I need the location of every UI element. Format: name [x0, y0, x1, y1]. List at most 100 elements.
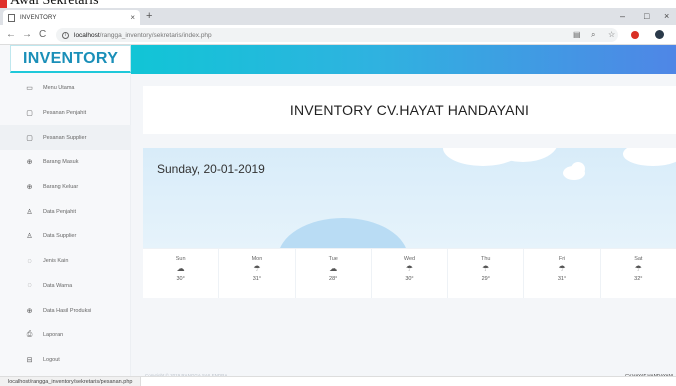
- sidebar-item-label: Data Hasil Produksi: [43, 307, 92, 314]
- translate-icon[interactable]: ▤: [573, 29, 581, 40]
- status-bar: localhost/rangga_inventory/sekretaris/pe…: [0, 376, 676, 386]
- sidebar-item-label: Barang Keluar: [43, 184, 79, 191]
- sidebar-item-jenis-kain[interactable]: ◌ Jenis Kain: [0, 249, 131, 274]
- back-button[interactable]: ←: [6, 28, 16, 41]
- cloud-icon: ☁: [176, 264, 185, 273]
- sidebar-item-label: Data Warna: [43, 282, 73, 289]
- close-window-button[interactable]: ×: [664, 10, 669, 23]
- sidebar-item-data-hasil-produksi[interactable]: ⊕ Data Hasil Produksi: [0, 298, 131, 323]
- day-temperature: 30°: [405, 276, 414, 282]
- sidebar-item-laporan[interactable]: ⎙ Laporan: [0, 323, 131, 348]
- caption-marker: [0, 0, 7, 8]
- status-url: localhost/rangga_inventory/sekretaris/pe…: [0, 377, 142, 386]
- brand-text: INVENTORY: [23, 49, 119, 67]
- tab-close-icon[interactable]: ×: [130, 13, 135, 22]
- profile-avatar[interactable]: [655, 30, 664, 39]
- sidebar-item-data-penjahit[interactable]: ♙ Data Penjahit: [0, 199, 131, 224]
- title-card: INVENTORY CV.HAYAT HANDAYANI: [143, 86, 676, 134]
- cloud-shape: [571, 162, 585, 176]
- day-temperature: 32°: [634, 276, 643, 282]
- user-icon: ♙: [26, 208, 33, 216]
- cloud-rain-icon: ☂: [482, 264, 490, 273]
- forecast-day: Fri ☂ 31°: [524, 249, 601, 298]
- cloud-rain-icon: ☂: [634, 264, 642, 273]
- sidebar-item-pesanan-supplier[interactable]: ▢ Pesanan Supplier: [0, 125, 131, 151]
- sidebar-item-label: Pesanan Supplier: [43, 134, 87, 141]
- forecast-day: Sat ☂ 32°: [601, 249, 676, 298]
- reload-button[interactable]: C: [39, 28, 46, 41]
- weather-widget: Sunday, 20-01-2019 Sun ☁ 30° Mon ☂ 31° Tue ☁ 28°…: [143, 148, 676, 298]
- user-icon: ♙: [26, 233, 33, 241]
- new-tab-button[interactable]: +: [146, 10, 152, 23]
- day-temperature: 31°: [252, 276, 262, 282]
- url-field[interactable]: i localhost /rangga_inventory/sekretaris…: [56, 28, 618, 42]
- day-temperature: 31°: [557, 276, 567, 282]
- forecast-day: Tue ☁ 28°: [296, 249, 372, 298]
- hill-shape: [278, 218, 408, 248]
- zoom-icon[interactable]: ⌕: [591, 29, 595, 40]
- day-name: Thu: [481, 256, 491, 262]
- address-bar: ← → C i localhost /rangga_inventory/sekr…: [0, 25, 676, 45]
- forecast-day: Sun ☁ 30°: [143, 249, 220, 298]
- brand-logo[interactable]: INVENTORY: [10, 45, 131, 73]
- sidebar-item-barang-keluar[interactable]: ⊕ Barang Keluar: [0, 175, 131, 200]
- forecast-row: Sun ☁ 30° Mon ☂ 31° Tue ☁ 28° Wed ☂ 30° Thu ☂ 29° Fri ☂ 3…: [143, 248, 676, 298]
- cloud-rain-icon: ☂: [405, 264, 414, 273]
- forward-button[interactable]: →: [22, 28, 32, 41]
- day-name: Sat: [634, 256, 643, 262]
- browser-tab-bar: INVENTORY × + – □ ×: [0, 8, 676, 25]
- sidebar-item-label: Jenis Kain: [43, 258, 69, 265]
- chat-icon: ▢: [26, 134, 33, 142]
- sidebar-item-label: Barang Masuk: [43, 159, 79, 166]
- browser-tab[interactable]: INVENTORY ×: [3, 10, 140, 25]
- circle-icon: ◌: [27, 257, 32, 265]
- sidebar-item-label: Data Penjahit: [43, 208, 77, 215]
- circle-icon: ◌: [27, 282, 32, 290]
- forecast-day: Mon ☂ 31°: [219, 249, 296, 298]
- monitor-icon: ▭: [26, 85, 33, 93]
- day-temperature: 28°: [329, 276, 338, 282]
- page-icon: [8, 13, 15, 22]
- current-date: Sunday, 20-01-2019: [157, 162, 265, 176]
- sidebar-menu: ▭ Menu Utama ▢ Pesanan Penjahit ▢ Pesanan Sup…: [0, 76, 131, 372]
- sidebar-item-data-warna[interactable]: ◌ Data Warna: [0, 274, 131, 299]
- sidebar-item-pesanan-penjahit[interactable]: ▢ Pesanan Penjahit: [0, 101, 131, 126]
- url-host: localhost: [74, 31, 100, 39]
- info-icon[interactable]: i: [62, 31, 69, 39]
- box-icon: ⊕: [26, 159, 33, 167]
- sidebar-item-label: Menu Utama: [43, 85, 75, 92]
- chat-icon: ▢: [26, 110, 33, 118]
- day-name: Tue: [328, 256, 338, 262]
- sidebar-item-data-supplier[interactable]: ♙ Data Supplier: [0, 224, 131, 249]
- weather-sky: Sunday, 20-01-2019: [143, 148, 676, 248]
- bookmark-star-icon[interactable]: ☆: [608, 29, 615, 40]
- sidebar-item-label: Data Supplier: [43, 233, 77, 240]
- minimize-button[interactable]: –: [620, 10, 625, 23]
- day-temperature: 29°: [481, 276, 490, 282]
- caption-text: Awal Sekretaris: [10, 0, 99, 8]
- cloud-rain-icon: ☂: [558, 264, 566, 273]
- page-caption: Awal Sekretaris: [0, 0, 676, 8]
- maximize-button[interactable]: □: [644, 10, 649, 23]
- tab-title: INVENTORY: [20, 14, 57, 21]
- box-icon: ⊕: [26, 307, 33, 315]
- sidebar-item-logout[interactable]: ⊟ Logout: [0, 348, 131, 373]
- box-icon: ⊕: [26, 184, 33, 192]
- printer-icon: ⎙: [26, 331, 33, 339]
- sidebar-item-label: Laporan: [43, 332, 64, 339]
- day-name: Wed: [403, 256, 416, 262]
- day-name: Sun: [175, 256, 186, 262]
- forecast-day: Thu ☂ 29°: [448, 249, 525, 298]
- url-path: /rangga_inventory/sekretaris/index.php: [99, 31, 212, 39]
- day-temperature: 30°: [176, 276, 185, 282]
- page-title: INVENTORY CV.HAYAT HANDAYANI: [289, 102, 530, 118]
- cloud-shape: [623, 148, 676, 166]
- day-name: Fri: [558, 256, 566, 262]
- sidebar-item-label: Pesanan Penjahit: [43, 110, 87, 117]
- header-banner: [131, 45, 676, 74]
- day-name: Mon: [251, 256, 263, 262]
- sidebar-item-menu-utama[interactable]: ▭ Menu Utama: [0, 76, 131, 101]
- sidebar-item-barang-masuk[interactable]: ⊕ Barang Masuk: [0, 150, 131, 175]
- cloud-storm-icon: ☁: [329, 264, 338, 273]
- extension-icon[interactable]: [631, 31, 639, 39]
